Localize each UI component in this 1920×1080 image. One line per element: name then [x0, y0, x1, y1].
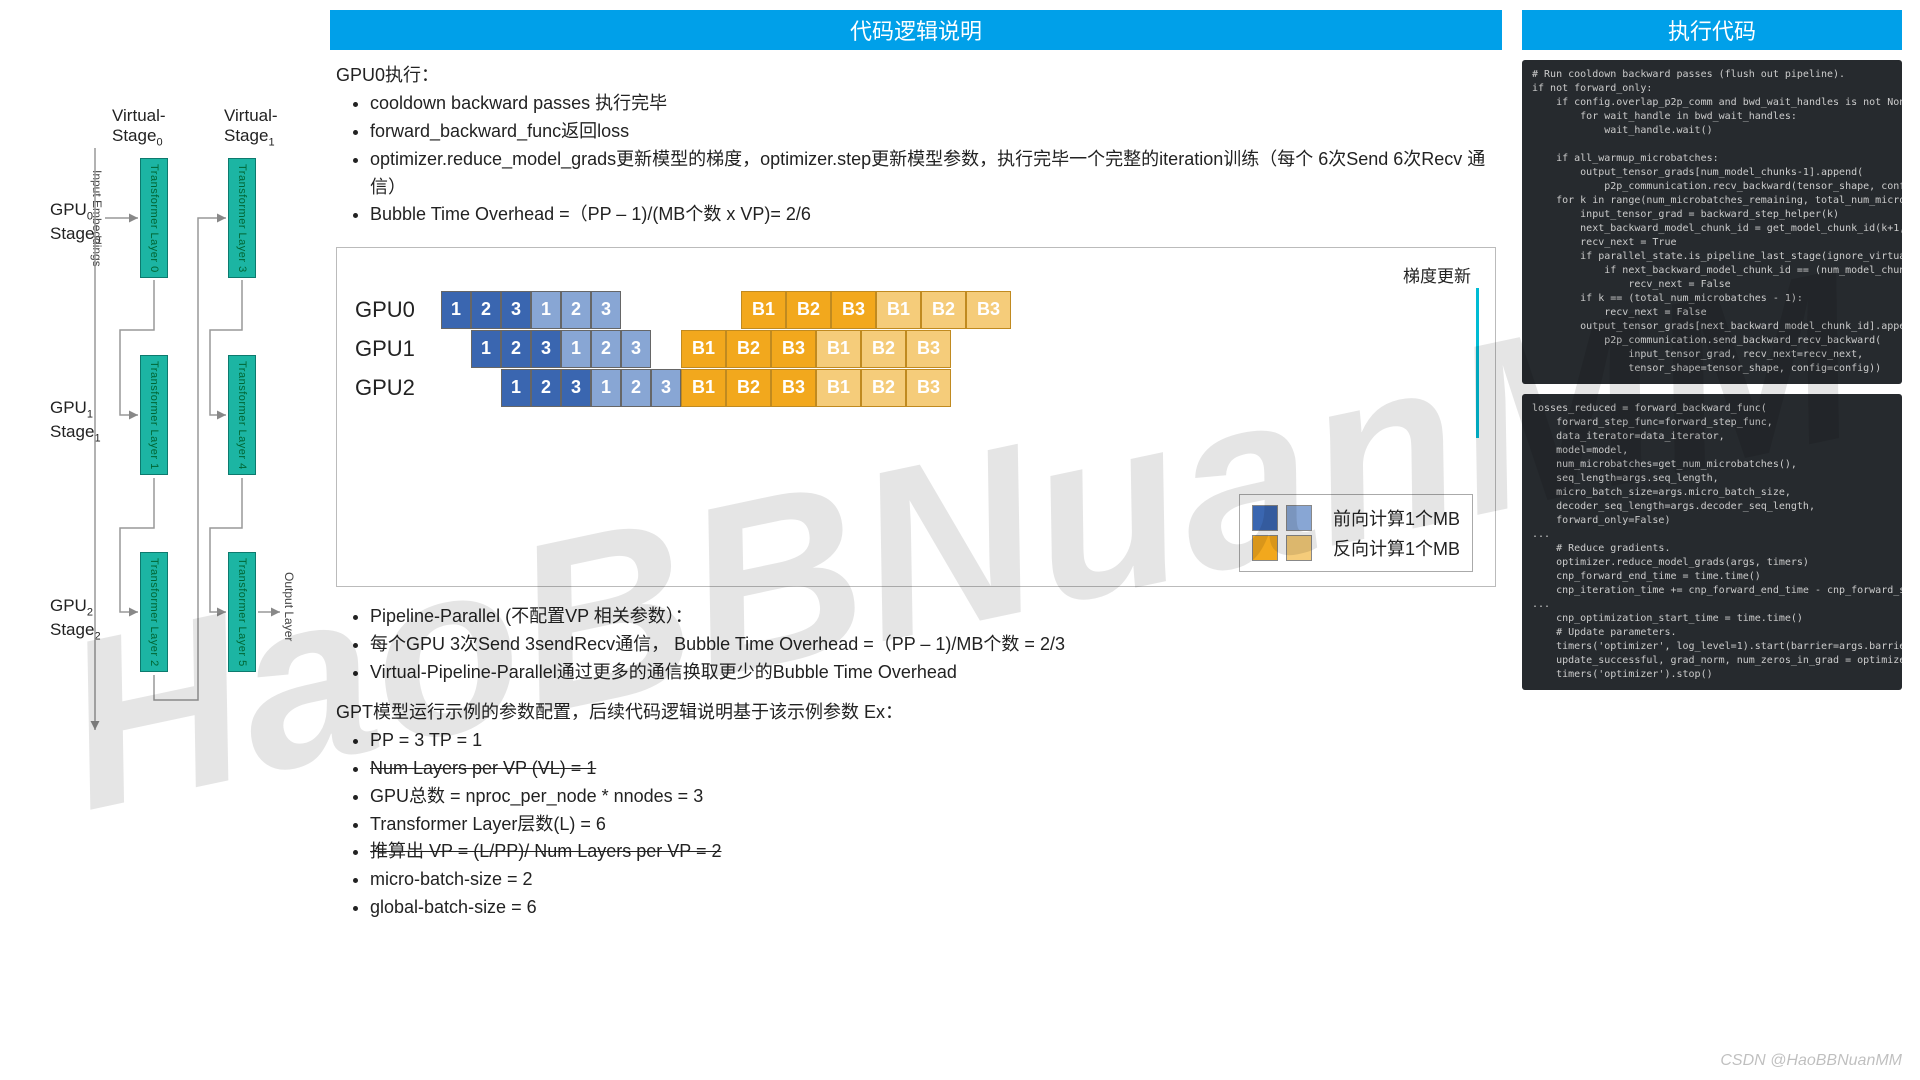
fwd-cell: 2	[621, 369, 651, 407]
bwd-cell: B1	[741, 291, 786, 329]
s1-b3: optimizer.reduce_model_grads更新模型的梯度，opti…	[370, 146, 1496, 202]
bwd-cell: B1	[816, 369, 861, 407]
page-root: Virtual-Stage0 Virtual-Stage1 GPU0Stage0…	[0, 0, 1920, 1080]
fwd-cell: 3	[531, 330, 561, 368]
code-block-1: # Run cooldown backward passes (flush ou…	[1522, 60, 1902, 384]
fwd-cell: 2	[501, 330, 531, 368]
bwd-cell: B2	[726, 369, 771, 407]
fwd-cell: 1	[471, 330, 501, 368]
footer-watermark: CSDN @HaoBBNuanMM	[1720, 1052, 1902, 1070]
fwd-cell: 3	[621, 330, 651, 368]
s3-b1: PP = 3 TP = 1	[370, 727, 1496, 755]
bwd-cell: B3	[831, 291, 876, 329]
s3-b2: Num Layers per VP (VL) = 1	[370, 755, 1496, 783]
s3-title: GPT模型运行示例的参数配置，后续代码逻辑说明基于该示例参数 Ex：	[336, 699, 1496, 727]
flow-arrows	[10, 10, 310, 750]
section-gpu0-title: GPU0执行：	[336, 62, 1496, 90]
bwd-cell: B1	[876, 291, 921, 329]
sched-row-gpu2: GPU2 1 2 3 1 2 3 B1 B2 B3 B1 B2 B3	[355, 368, 1477, 407]
row-label-gpu2: GPU2	[355, 375, 441, 401]
s1-b2: forward_backward_func返回loss	[370, 118, 1496, 146]
row-label-gpu0: GPU0	[355, 297, 441, 323]
schedule-chart: 梯度更新 GPU0 1 2 3 1 2 3 B1 B2 B3 B1 B2	[336, 247, 1496, 587]
sched-row-gpu0: GPU0 1 2 3 1 2 3 B1 B2 B3 B1 B2 B3	[355, 290, 1477, 329]
fwd-cell: 3	[651, 369, 681, 407]
fwd-cell: 2	[531, 369, 561, 407]
bwd-cell: B3	[771, 330, 816, 368]
s3-b7: global-batch-size = 6	[370, 894, 1496, 922]
fwd-cell: 1	[501, 369, 531, 407]
bwd-cell: B1	[681, 369, 726, 407]
s3-b6: micro-batch-size = 2	[370, 866, 1496, 894]
section-gpu0: GPU0执行： cooldown backward passes 执行完毕 fo…	[336, 62, 1496, 229]
bwd-cell: B2	[786, 291, 831, 329]
fwd-cell: 1	[561, 330, 591, 368]
fwd-cell: 2	[471, 291, 501, 329]
s1-b1: cooldown backward passes 执行完毕	[370, 90, 1496, 118]
code-block-2: losses_reduced = forward_backward_func( …	[1522, 394, 1902, 690]
row-label-gpu1: GPU1	[355, 336, 441, 362]
fwd-cell: 2	[561, 291, 591, 329]
bwd-cell: B1	[681, 330, 726, 368]
bwd-cell: B1	[816, 330, 861, 368]
fwd-cell: 3	[501, 291, 531, 329]
middle-column: 代码逻辑说明 GPU0执行： cooldown backward passes …	[330, 10, 1502, 1070]
bwd-cell: B2	[726, 330, 771, 368]
right-column: 执行代码 # Run cooldown backward passes (flu…	[1522, 10, 1902, 1070]
bwd-cell: B3	[771, 369, 816, 407]
fwd-cell: 1	[591, 369, 621, 407]
s3-b4: Transformer Layer层数(L) = 6	[370, 811, 1496, 839]
bwd-cell: B2	[861, 330, 906, 368]
sched-row-gpu1: GPU1 1 2 3 1 2 3 B1 B2 B3 B1 B2 B3	[355, 329, 1477, 368]
s3-b5: 推算出 VP = (L/PP)/ Num Layers per VP = 2	[370, 838, 1496, 866]
fwd-cell: 3	[561, 369, 591, 407]
legend-bwd: 反向计算1个MB	[1333, 535, 1460, 561]
bwd-cell: B3	[906, 369, 951, 407]
bwd-cell: B3	[906, 330, 951, 368]
legend: 前向计算1个MB 反向计算1个MB	[1239, 494, 1473, 572]
section-params: GPT模型运行示例的参数配置，后续代码逻辑说明基于该示例参数 Ex： PP = …	[336, 699, 1496, 922]
fwd-cell: 1	[441, 291, 471, 329]
fwd-cell: 3	[591, 291, 621, 329]
bwd-cell: B3	[966, 291, 1011, 329]
grad-update-line	[1476, 288, 1479, 438]
s3-b3: GPU总数 = nproc_per_node * nnodes = 3	[370, 783, 1496, 811]
fwd-cell: 2	[591, 330, 621, 368]
section-pp: Pipeline-Parallel (不配置VP 相关参数）： 每个GPU 3次…	[336, 603, 1496, 687]
s2-b2: 每个GPU 3次Send 3sendRecv通信， Bubble Time Ov…	[370, 631, 1496, 659]
legend-fwd: 前向计算1个MB	[1333, 505, 1460, 531]
mid-header: 代码逻辑说明	[330, 10, 1502, 50]
s1-b4: Bubble Time Overhead =（PP – 1)/(MB个数 x V…	[370, 201, 1496, 229]
bwd-cell: B2	[921, 291, 966, 329]
s2-b3: Virtual-Pipeline-Parallel通过更多的通信换取更少的Bub…	[370, 659, 1496, 687]
bwd-cell: B2	[861, 369, 906, 407]
s2-b1: Pipeline-Parallel (不配置VP 相关参数）：	[370, 603, 1496, 631]
fwd-cell: 1	[531, 291, 561, 329]
right-header: 执行代码	[1522, 10, 1902, 50]
pipeline-diagram: Virtual-Stage0 Virtual-Stage1 GPU0Stage0…	[10, 10, 310, 1070]
grad-update-label: 梯度更新	[1403, 262, 1471, 287]
